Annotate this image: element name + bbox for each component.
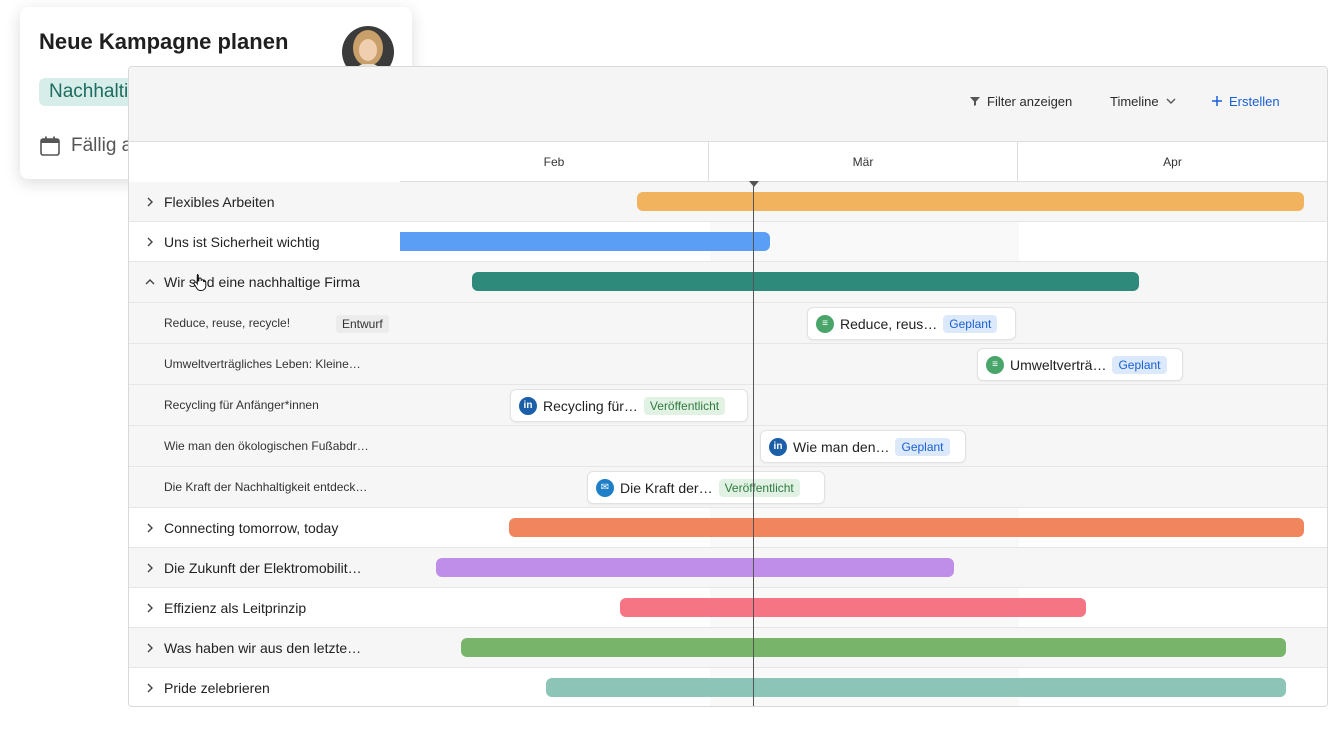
filter-label: Filter anzeigen	[987, 93, 1073, 109]
toolbar: Filter anzeigen Timeline Erstellen	[129, 67, 1327, 142]
row-label[interactable]: Was haben wir aus den letzte…	[129, 628, 400, 667]
campaign-row[interactable]: Flexibles Arbeiten	[129, 182, 1327, 222]
row-label-text: Wie man den ökologischen Fußabdr…	[164, 439, 369, 453]
card-status: Geplant	[943, 314, 998, 333]
chevron-right-icon[interactable]	[145, 683, 164, 693]
chevron-right-icon[interactable]	[145, 563, 164, 573]
row-label[interactable]: Wir sind eine nachhaltige Firma	[129, 262, 400, 302]
campaign-bar[interactable]	[546, 678, 1286, 697]
row-label[interactable]: Effizienz als Leitprinzip	[129, 588, 400, 627]
content-card[interactable]: in Recycling für… Veröffentlicht	[510, 389, 748, 422]
campaign-row[interactable]: Pride zelebrieren	[129, 668, 1327, 706]
chevron-right-icon[interactable]	[145, 603, 164, 613]
document-icon: ≡	[816, 314, 834, 333]
chevron-right-icon[interactable]	[145, 237, 164, 247]
row-label[interactable]: Uns ist Sicherheit wichtig	[129, 222, 400, 261]
filter-button[interactable]: Filter anzeigen	[969, 91, 1072, 111]
plus-icon	[1212, 96, 1222, 106]
document-icon: ≡	[986, 355, 1004, 374]
popup-title: Neue Kampagne planen	[39, 29, 289, 54]
calendar-icon	[40, 136, 60, 156]
content-card[interactable]: ≡ Umweltverträ… Geplant	[977, 348, 1183, 381]
campaign-bar[interactable]	[620, 598, 1086, 617]
campaign-bar[interactable]	[461, 638, 1286, 657]
filter-icon	[970, 97, 980, 106]
campaign-row[interactable]: Was haben wir aus den letzte…	[129, 628, 1327, 668]
month-mar: Mär	[709, 142, 1018, 182]
status-badge: Entwurf	[336, 315, 389, 333]
row-label-text: Uns ist Sicherheit wichtig	[164, 233, 320, 250]
today-marker	[749, 181, 759, 187]
chevron-up-icon[interactable]	[145, 277, 164, 287]
row-label[interactable]: Die Kraft der Nachhaltigkeit entdeck…	[129, 467, 400, 507]
campaign-row[interactable]: Uns ist Sicherheit wichtig	[129, 222, 1327, 262]
row-label[interactable]: Die Zukunft der Elektromobilit…	[129, 548, 400, 587]
campaign-bar[interactable]	[509, 518, 1304, 537]
row-label-text: Pride zelebrieren	[164, 680, 270, 696]
row-label-text: Connecting tomorrow, today	[164, 519, 339, 536]
card-status: Veröffentlicht	[643, 396, 726, 415]
row-label-text: Die Zukunft der Elektromobilit…	[164, 559, 362, 576]
row-label-text: Effizienz als Leitprinzip	[164, 599, 307, 616]
today-line	[753, 182, 754, 706]
card-title: Die Kraft der…	[620, 479, 713, 496]
campaign-row[interactable]: Effizienz als Leitprinzip	[129, 588, 1327, 628]
chevron-down-icon	[1166, 98, 1176, 104]
view-select[interactable]: Timeline	[1110, 91, 1177, 111]
row-label-text: Die Kraft der Nachhaltigkeit entdeck…	[164, 480, 368, 494]
row-label[interactable]: Recycling für Anfänger*innen	[129, 385, 400, 425]
hand-cursor-icon	[193, 274, 207, 291]
campaign-row[interactable]: Die Zukunft der Elektromobilit…	[129, 548, 1327, 588]
content-card[interactable]: in Wie man den… Geplant	[760, 430, 966, 463]
content-row[interactable]: Recycling für Anfänger*innen in Recyclin…	[129, 385, 1327, 426]
row-label-text: Reduce, reuse, recycle!	[164, 316, 291, 330]
linkedin-icon: in	[769, 437, 787, 456]
card-title: Umweltverträ…	[1010, 356, 1107, 373]
create-button[interactable]: Erstellen	[1211, 91, 1280, 111]
content-card[interactable]: ≡ Reduce, reus… Geplant	[807, 307, 1016, 340]
row-label[interactable]: Connecting tomorrow, today	[129, 508, 400, 547]
content-row[interactable]: Wie man den ökologischen Fußabdr… in Wie…	[129, 426, 1327, 467]
month-apr: Apr	[1163, 155, 1182, 169]
create-label: Erstellen	[1229, 93, 1280, 109]
card-status: Veröffentlicht	[718, 478, 800, 497]
card-status: Geplant	[895, 437, 950, 456]
content-card[interactable]: ✉ Die Kraft der… Veröffentlicht	[587, 471, 825, 504]
content-row[interactable]: Die Kraft der Nachhaltigkeit entdeck… ✉ …	[129, 467, 1327, 508]
row-label-text: Flexibles Arbeiten	[164, 193, 275, 210]
campaign-bar[interactable]	[436, 558, 954, 577]
timeline-panel: Filter anzeigen Timeline Erstellen Feb M…	[128, 66, 1328, 707]
linkedin-icon: in	[519, 396, 537, 415]
row-label-text: Recycling für Anfänger*innen	[164, 398, 319, 412]
content-row[interactable]: Reduce, reuse, recycle! Entwurf ≡ Reduce…	[129, 303, 1327, 344]
row-label[interactable]: Flexibles Arbeiten	[129, 182, 400, 221]
card-title: Recycling für…	[543, 397, 638, 414]
chevron-right-icon[interactable]	[145, 197, 164, 207]
campaign-row[interactable]: Wir sind eine nachhaltige Firma	[129, 262, 1327, 303]
month-feb: Feb	[400, 142, 709, 182]
card-status: Geplant	[1112, 355, 1167, 374]
email-icon: ✉	[596, 478, 614, 497]
campaign-row[interactable]: Connecting tomorrow, today	[129, 508, 1327, 548]
campaign-bar[interactable]	[637, 192, 1304, 211]
card-title: Reduce, reus…	[840, 315, 938, 332]
row-label[interactable]: Reduce, reuse, recycle! Entwurf	[129, 303, 400, 343]
chevron-right-icon[interactable]	[145, 523, 164, 533]
card-title: Wie man den…	[793, 438, 890, 455]
row-label[interactable]: Wie man den ökologischen Fußabdr…	[129, 426, 400, 466]
view-label: Timeline	[1110, 93, 1159, 109]
chevron-right-icon[interactable]	[145, 643, 164, 653]
row-label[interactable]: Pride zelebrieren	[129, 668, 400, 706]
campaign-bar[interactable]	[400, 232, 770, 251]
row-label-text: Was haben wir aus den letzte…	[164, 639, 362, 656]
content-row[interactable]: Umweltverträgliches Leben: Kleine… ≡ Umw…	[129, 344, 1327, 385]
month-header: Feb Mär Apr	[400, 142, 1327, 182]
campaign-bar[interactable]	[472, 272, 1139, 291]
row-label-text: Umweltverträgliches Leben: Kleine…	[164, 357, 361, 371]
row-label[interactable]: Umweltverträgliches Leben: Kleine…	[129, 344, 400, 384]
